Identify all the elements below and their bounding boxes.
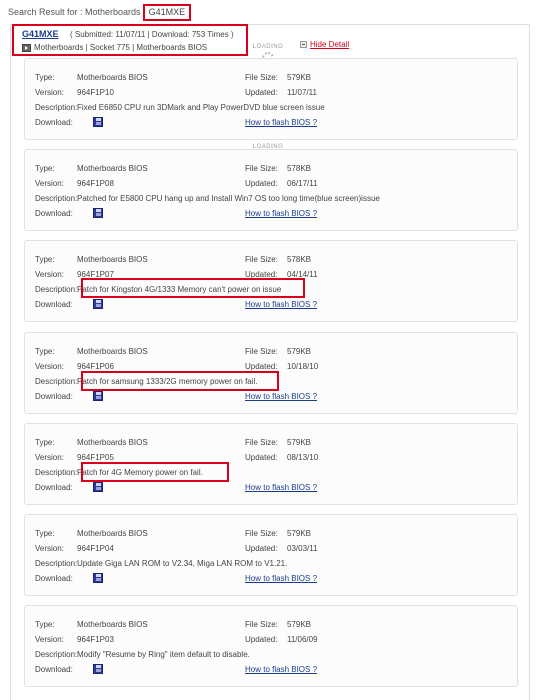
download-label: Download: <box>35 209 73 218</box>
updated-value: 11/06/09 <box>287 635 318 644</box>
search-term-highlight: G41MXE <box>142 3 192 21</box>
download-label: Download: <box>35 392 73 401</box>
updated-label: Updated: <box>245 88 278 97</box>
breadcrumb: Motherboards | Socket 775 | Motherboards… <box>22 43 207 52</box>
floppy-disk-download-icon[interactable] <box>93 208 103 218</box>
search-result-label: Search Result for : Motherboards <box>8 7 141 17</box>
hide-detail-link[interactable]: Hide Detail <box>310 40 349 49</box>
type-value: Motherboards BIOS <box>77 438 148 447</box>
description-value: Modify "Resume by Ring" item default to … <box>77 650 250 659</box>
version-value: 964F1P03 <box>77 635 114 644</box>
download-label: Download: <box>35 483 73 492</box>
updated-label: Updated: <box>245 635 278 644</box>
how-to-flash-link[interactable]: How to flash BIOS ? <box>245 483 317 492</box>
version-value: 964F1P04 <box>77 544 114 553</box>
updated-label: Updated: <box>245 362 278 371</box>
description-highlight-box <box>81 462 229 482</box>
type-value: Motherboards BIOS <box>77 620 148 629</box>
floppy-disk-download-icon[interactable] <box>93 391 103 401</box>
floppy-disk-download-icon[interactable] <box>93 664 103 674</box>
how-to-flash-link[interactable]: How to flash BIOS ? <box>245 392 317 401</box>
how-to-flash-link[interactable]: How to flash BIOS ? <box>245 209 317 218</box>
version-value: 964F1P06 <box>77 362 114 371</box>
file-size-label: File Size: <box>245 347 278 356</box>
download-label: Download: <box>35 665 73 674</box>
file-size-value: 579KB <box>287 73 312 82</box>
type-value: Motherboards BIOS <box>77 164 148 173</box>
bios-entry-card: Type: Motherboards BIOS File Size: 579KB Ve… <box>24 514 518 596</box>
download-label: Download: <box>35 574 73 583</box>
file-size-value: 579KB <box>287 347 312 356</box>
floppy-disk-download-icon[interactable] <box>93 117 103 127</box>
description-value: Update Giga LAN ROM to V2.34, Miga LAN R… <box>77 559 288 568</box>
description-highlight-box <box>81 371 279 391</box>
loading-text: LOADING <box>252 44 284 50</box>
file-size-value: 579KB <box>287 529 312 538</box>
how-to-flash-link[interactable]: How to flash BIOS ? <box>245 574 317 583</box>
file-size-label: File Size: <box>245 529 278 538</box>
bios-entry-card: Type: Motherboards BIOS File Size: 578KB Ve… <box>24 149 518 231</box>
product-header: G41MXE ( Submitted: 11/07/11 | Download:… <box>12 24 248 56</box>
version-value: 964F1P08 <box>77 179 114 188</box>
how-to-flash-link[interactable]: How to flash BIOS ? <box>245 118 317 127</box>
file-size-label: File Size: <box>245 164 278 173</box>
updated-value: 11/07/11 <box>287 88 317 97</box>
how-to-flash-link[interactable]: How to flash BIOS ? <box>245 665 317 674</box>
collapse-icon[interactable] <box>300 41 307 48</box>
file-size-value: 579KB <box>287 620 312 629</box>
floppy-disk-download-icon[interactable] <box>93 299 103 309</box>
download-label: Download: <box>35 118 73 127</box>
bios-entry-card: Type: Motherboards BIOS File Size: 579KB Ve… <box>24 605 518 687</box>
hide-detail-toggle[interactable]: Hide Detail <box>300 40 349 49</box>
version-value: 964F1P10 <box>77 88 114 97</box>
product-meta: ( Submitted: 11/07/11 | Download: 753 Ti… <box>70 30 234 39</box>
file-size-label: File Size: <box>245 620 278 629</box>
floppy-disk-download-icon[interactable] <box>93 482 103 492</box>
description-value: Fixed E6850 CPU run 3DMark and Play Powe… <box>77 103 325 112</box>
type-value: Motherboards BIOS <box>77 73 148 82</box>
search-result-bar: Search Result for : Motherboards G41MXE <box>8 3 192 21</box>
updated-value: 08/13/10 <box>287 453 319 462</box>
type-value: Motherboards BIOS <box>77 347 148 356</box>
breadcrumb-text[interactable]: Motherboards | Socket 775 | Motherboards… <box>34 43 207 52</box>
bios-entry-card: Type: Motherboards BIOS File Size: 579KB Ve… <box>24 58 518 140</box>
updated-value: 03/03/11 <box>287 544 318 553</box>
file-size-value: 578KB <box>287 164 312 173</box>
how-to-flash-link[interactable]: How to flash BIOS ? <box>245 300 317 309</box>
product-name-link[interactable]: G41MXE <box>22 29 59 39</box>
expand-arrow-icon[interactable] <box>22 43 31 52</box>
file-size-label: File Size: <box>245 438 278 447</box>
updated-label: Updated: <box>245 179 278 188</box>
updated-label: Updated: <box>245 544 278 553</box>
updated-value: 06/17/11 <box>287 179 318 188</box>
type-value: Motherboards BIOS <box>77 255 148 264</box>
version-value: 964F1P05 <box>77 453 114 462</box>
description-highlight-box <box>81 278 305 298</box>
updated-value: 10/18/10 <box>287 362 319 371</box>
description-value: Patched for E5800 CPU hang up and Instal… <box>77 194 380 203</box>
updated-label: Updated: <box>245 453 278 462</box>
type-value: Motherboards BIOS <box>77 529 148 538</box>
download-label: Download: <box>35 300 73 309</box>
file-size-value: 578KB <box>287 255 312 264</box>
floppy-disk-download-icon[interactable] <box>93 573 103 583</box>
file-size-label: File Size: <box>245 255 278 264</box>
file-size-label: File Size: <box>245 73 278 82</box>
file-size-value: 579KB <box>287 438 312 447</box>
